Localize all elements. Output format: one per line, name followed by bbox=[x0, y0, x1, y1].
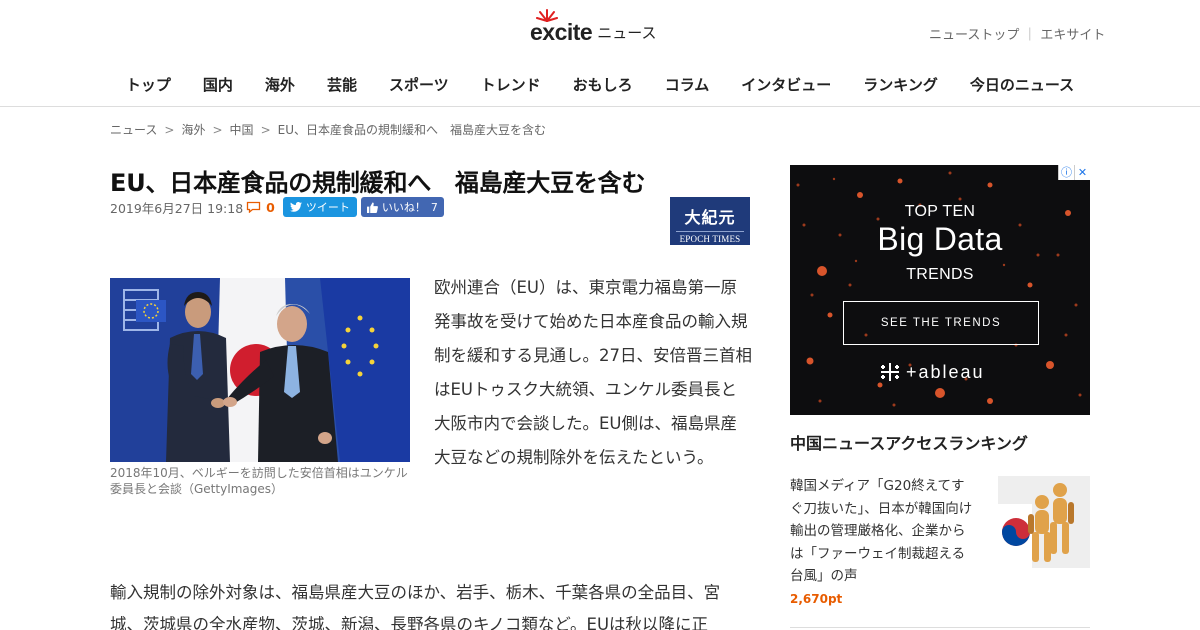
link-separator: ｜ bbox=[1023, 28, 1037, 43]
excite-link[interactable]: エキサイト bbox=[1040, 28, 1105, 43]
article-body-paragraph: 輸入規制の除外対象は、福島県産大豆のほか、岩手、栃木、千葉各県の全品目、宮城、茨… bbox=[110, 583, 721, 630]
ad-controls: ⓘ ✕ bbox=[1058, 165, 1090, 180]
epoch-times-logo[interactable]: 大紀元 EPOCH TIMES bbox=[670, 197, 750, 245]
article-photo bbox=[110, 278, 410, 462]
tweet-button[interactable]: ツイート bbox=[282, 197, 357, 217]
nav-item-sports[interactable]: スポーツ bbox=[373, 72, 465, 98]
main-nav: トップ 国内 海外 芸能 スポーツ トレンド おもしろ コラム インタビュー ラ… bbox=[0, 72, 1200, 98]
photo-caption: 2018年10月、ベルギーを訪問した安倍首相はユンケル委員長と会談（GettyI… bbox=[110, 466, 408, 496]
info-icon[interactable]: ⓘ bbox=[1058, 165, 1074, 180]
ranking-item-title[interactable]: 韓国メディア「G20終えてすぐ刀抜いた」、日本が韓国向け輸出の管理厳格化、企業か… bbox=[790, 475, 978, 588]
nav-item-overseas[interactable]: 海外 bbox=[249, 72, 311, 98]
excite-logo-text: excite bbox=[530, 9, 593, 46]
breadcrumb-item-news[interactable]: ニュース bbox=[110, 123, 157, 137]
article-lead-paragraph: 欧州連合（EU）は、東京電力福島第一原発事故を受けて始めた日本産食品の輸入規制を… bbox=[434, 278, 752, 467]
twitter-bird-icon bbox=[289, 202, 302, 212]
epoch-logo-jp: 大紀元 bbox=[684, 208, 736, 227]
nav-item-funny[interactable]: おもしろ bbox=[557, 72, 649, 98]
nav-item-interview[interactable]: インタビュー bbox=[725, 72, 847, 98]
article-meta: 2019年6月27日 19:18 0 ツイート いいね！ 7 bbox=[110, 197, 444, 217]
comment-count[interactable]: 0 bbox=[266, 200, 275, 215]
see-the-trends-button[interactable]: SEE THE TRENDS bbox=[843, 301, 1039, 345]
nav-item-domestic[interactable]: 国内 bbox=[187, 72, 249, 98]
ad-line-top-ten: TOP TEN bbox=[904, 203, 976, 220]
breadcrumb-separator: > bbox=[164, 123, 175, 137]
comment-icon[interactable] bbox=[246, 201, 261, 213]
breadcrumb-separator: > bbox=[260, 123, 271, 137]
facebook-like-button[interactable]: いいね！ 7 bbox=[360, 197, 444, 217]
like-label: いいね！ bbox=[381, 201, 426, 214]
tableau-wordmark: +ableau bbox=[906, 361, 985, 382]
tableau-logo: +ableau bbox=[878, 360, 985, 384]
breadcrumb-item-current: EU、日本産食品の規制緩和へ 福島産大豆を含む bbox=[277, 123, 546, 137]
close-icon[interactable]: ✕ bbox=[1074, 165, 1090, 180]
china-news-ranking-title: 中国ニュースアクセスランキング bbox=[790, 434, 1028, 453]
ranking-item-points: 2,670pt bbox=[790, 592, 843, 606]
article-date: 2019年6月27日 19:18 bbox=[110, 200, 244, 216]
logo-news-label: ニュース bbox=[597, 24, 657, 42]
site-header: excite ニュース ニューストップ｜エキサイト トップ 国内 海外 芸能 ス… bbox=[0, 0, 1200, 107]
ranking-item-thumbnail[interactable] bbox=[998, 476, 1090, 568]
article-title: EU、日本産食品の規制緩和へ 福島産大豆を含む bbox=[110, 169, 646, 197]
ranking-item[interactable]: 韓国メディア「G20終えてすぐ刀抜いた」、日本が韓国向け輸出の管理厳格化、企業か… bbox=[790, 472, 1090, 612]
breadcrumb-item-china[interactable]: 中国 bbox=[230, 123, 254, 137]
breadcrumb-separator: > bbox=[212, 123, 223, 137]
like-count: 7 bbox=[430, 200, 438, 214]
breadcrumb: ニュース > 海外 > 中国 > EU、日本産食品の規制緩和へ 福島産大豆を含む bbox=[110, 121, 546, 138]
nav-item-entertainment[interactable]: 芸能 bbox=[311, 72, 373, 98]
breadcrumb-item-overseas[interactable]: 海外 bbox=[181, 123, 205, 137]
nav-item-ranking[interactable]: ランキング bbox=[847, 72, 954, 98]
top-links: ニューストップ ｜エキサイト bbox=[929, 24, 1105, 43]
ad-line-trends: TRENDS bbox=[906, 266, 974, 283]
tweet-label: ツイート bbox=[305, 201, 350, 214]
logo-burst-icon bbox=[536, 9, 558, 22]
epoch-logo-en: EPOCH TIMES bbox=[676, 231, 744, 244]
nav-item-today-news[interactable]: 今日のニュース bbox=[954, 72, 1090, 98]
excite-news-logo[interactable]: excite ニュース bbox=[530, 9, 657, 46]
tableau-cross-icon bbox=[881, 363, 899, 381]
nav-item-trend[interactable]: トレンド bbox=[465, 72, 557, 98]
nav-item-column[interactable]: コラム bbox=[649, 72, 726, 98]
ranking-divider bbox=[790, 627, 1090, 628]
news-top-link[interactable]: ニューストップ bbox=[929, 28, 1019, 43]
thumbs-up-icon bbox=[366, 201, 378, 213]
ad-line-big-data: Big Data bbox=[877, 221, 1003, 257]
tableau-ad[interactable]: ⓘ ✕ TOP TEN Big Data TRENDS SEE THE TREN… bbox=[790, 165, 1090, 415]
nav-item-top[interactable]: トップ bbox=[110, 72, 187, 98]
